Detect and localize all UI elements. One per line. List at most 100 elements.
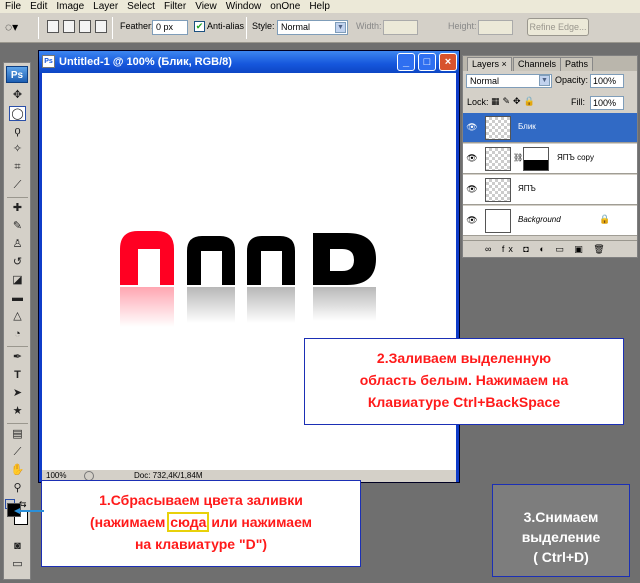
eraser-tool-icon[interactable]: ◪ xyxy=(9,273,26,288)
menu-edit[interactable]: Edit xyxy=(27,0,53,13)
layer-thumbnail xyxy=(485,209,511,233)
step3-line-3: ( Ctrl+D) xyxy=(533,549,589,565)
menu-bar: File Edit Image Layer Select Filter View… xyxy=(0,0,640,13)
menu-select[interactable]: Select xyxy=(124,0,161,13)
intersect-selection-icon[interactable] xyxy=(95,20,107,33)
lasso-tool-icon[interactable]: ϙ xyxy=(9,124,26,139)
eye-icon[interactable]: 👁 xyxy=(466,183,478,195)
healing-brush-tool-icon[interactable]: ✚ xyxy=(9,201,26,216)
layers-panel-tabs: Layers × Channels Paths xyxy=(463,56,637,71)
eye-icon[interactable]: 👁 xyxy=(466,152,478,164)
add-selection-icon[interactable] xyxy=(63,20,75,33)
brush-tool-icon[interactable]: ✎ xyxy=(9,219,26,234)
layer-name: Блик xyxy=(518,122,536,131)
screen-mode-icon[interactable]: ▭ xyxy=(9,557,26,572)
move-tool-icon[interactable]: ✥ xyxy=(9,88,26,103)
black-letter-1 xyxy=(187,236,235,285)
black-letter-2 xyxy=(247,236,295,285)
separator xyxy=(7,197,28,198)
step1-line-1: 1.Сбрасываем цвета заливки xyxy=(99,492,303,508)
layer-thumbnail xyxy=(485,116,511,140)
eyedropper-tool-icon[interactable]: ⟋ xyxy=(9,445,26,460)
quick-mask-icon[interactable]: ◙ xyxy=(9,539,26,554)
separator xyxy=(7,423,28,424)
type-tool-icon[interactable]: T xyxy=(9,368,26,383)
subtract-selection-icon[interactable] xyxy=(79,20,91,33)
layer-row-base[interactable]: 👁 ЯПЪ xyxy=(463,175,637,205)
separator xyxy=(38,17,39,39)
height-input[interactable] xyxy=(478,20,513,35)
eye-icon[interactable]: 👁 xyxy=(466,121,478,133)
menu-layer[interactable]: Layer xyxy=(90,0,124,13)
separator xyxy=(7,346,28,347)
style-select[interactable]: Normal ▼ xyxy=(277,20,348,35)
history-brush-tool-icon[interactable]: ↺ xyxy=(9,255,26,270)
layer-thumbnail xyxy=(485,147,511,171)
feather-input[interactable]: 0 px xyxy=(152,20,188,35)
step1-line-2: (нажимаем сюда или нажимаем xyxy=(42,511,360,533)
eye-icon[interactable]: 👁 xyxy=(466,214,478,226)
restore-button[interactable]: □ xyxy=(418,53,436,71)
layer-name: ЯПЪ copy xyxy=(557,153,594,162)
menu-onone[interactable]: onOne xyxy=(267,0,306,13)
ps-document-icon: Ps xyxy=(42,55,55,68)
options-bar: ◌▾ Feather: 0 px ✔ Anti-alias Style: Nor… xyxy=(0,13,640,43)
shape-tool-icon[interactable]: ★ xyxy=(9,404,26,419)
menu-image[interactable]: Image xyxy=(53,0,90,13)
hand-tool-icon[interactable]: ✋ xyxy=(9,463,26,478)
opacity-input[interactable]: 100% xyxy=(590,74,624,88)
separator xyxy=(112,17,113,39)
black-reflection-3 xyxy=(313,287,376,321)
lock-icons[interactable]: ▦✎✥🔒 xyxy=(491,96,538,107)
blur-tool-icon[interactable]: △ xyxy=(9,309,26,324)
layer-row-background[interactable]: 👁 Background 🔒 xyxy=(463,206,637,236)
crop-tool-icon[interactable]: ⌗ xyxy=(9,160,26,175)
gradient-tool-icon[interactable]: ▬ xyxy=(9,291,26,306)
minimize-button[interactable]: _ xyxy=(397,53,415,71)
zoom-tool-icon[interactable]: ⚲ xyxy=(9,481,26,496)
new-selection-icon[interactable] xyxy=(47,20,59,33)
pen-tool-icon[interactable]: ✒ xyxy=(9,350,26,365)
document-title: Untitled-1 @ 100% (Блик, RGB/8) xyxy=(59,56,232,68)
separator xyxy=(246,17,247,39)
clone-stamp-tool-icon[interactable]: ♙ xyxy=(9,237,26,252)
layer-row-copy[interactable]: 👁 ⛓ ЯПЪ copy xyxy=(463,144,637,174)
step2-line-1: 2.Заливаем выделенную xyxy=(376,350,552,366)
menu-help[interactable]: Help xyxy=(306,0,336,13)
antialias-checkbox[interactable]: ✔ xyxy=(194,21,205,32)
blend-mode-select[interactable]: Normal ▼ xyxy=(466,74,552,88)
close-button[interactable]: × xyxy=(439,53,457,71)
document-title-bar[interactable]: Ps Untitled-1 @ 100% (Блик, RGB/8) _ □ × xyxy=(39,51,459,73)
step1-line-2-a: (нажимаем xyxy=(89,514,170,530)
height-label: Height: xyxy=(448,21,477,31)
step1-line-3: на клавиатуре "D") xyxy=(134,536,268,552)
menu-file[interactable]: File xyxy=(2,0,27,13)
menu-view[interactable]: View xyxy=(192,0,223,13)
path-selection-tool-icon[interactable]: ➤ xyxy=(9,386,26,401)
chevron-down-icon: ▼ xyxy=(335,22,346,33)
elliptical-marquee-preset-icon[interactable]: ◌▾ xyxy=(5,20,31,35)
pointer-arrow xyxy=(14,508,44,514)
tab-paths[interactable]: Paths xyxy=(560,57,594,71)
dodge-tool-icon[interactable]: ◔ xyxy=(9,327,26,342)
feather-label: Feather: xyxy=(120,21,154,31)
chevron-down-icon: ▼ xyxy=(539,75,550,86)
layer-row-blik[interactable]: 👁 Блик xyxy=(463,113,637,143)
toolbox: Ps ✥ ◯ ϙ ✧ ⌗ ⟋ ✚ ✎ ♙ ↺ ◪ ▬ △ ◔ ✒ T ➤ ★ ▤… xyxy=(3,62,31,580)
fill-input[interactable]: 100% xyxy=(590,96,624,110)
width-input[interactable] xyxy=(383,20,418,35)
layer-mask-thumbnail[interactable] xyxy=(523,147,549,171)
slice-tool-icon[interactable]: ⟋ xyxy=(9,178,26,193)
layer-name: ЯПЪ xyxy=(518,184,536,193)
elliptical-marquee-tool-icon[interactable]: ◯ xyxy=(9,106,26,121)
style-select-value: Normal xyxy=(281,22,311,32)
refine-edge-button[interactable]: Refine Edge... xyxy=(527,18,589,36)
menu-window[interactable]: Window xyxy=(223,0,268,13)
menu-filter[interactable]: Filter xyxy=(161,0,192,13)
notes-tool-icon[interactable]: ▤ xyxy=(9,427,26,442)
tab-layers[interactable]: Layers × xyxy=(467,57,512,71)
magic-wand-tool-icon[interactable]: ✧ xyxy=(9,142,26,157)
step3-line-2: выделение xyxy=(521,529,601,545)
layers-bottom-bar[interactable]: ∞ fx ◘ ◐ ▭ ▣ 🗑 xyxy=(463,240,637,257)
tab-channels[interactable]: Channels xyxy=(513,57,562,71)
